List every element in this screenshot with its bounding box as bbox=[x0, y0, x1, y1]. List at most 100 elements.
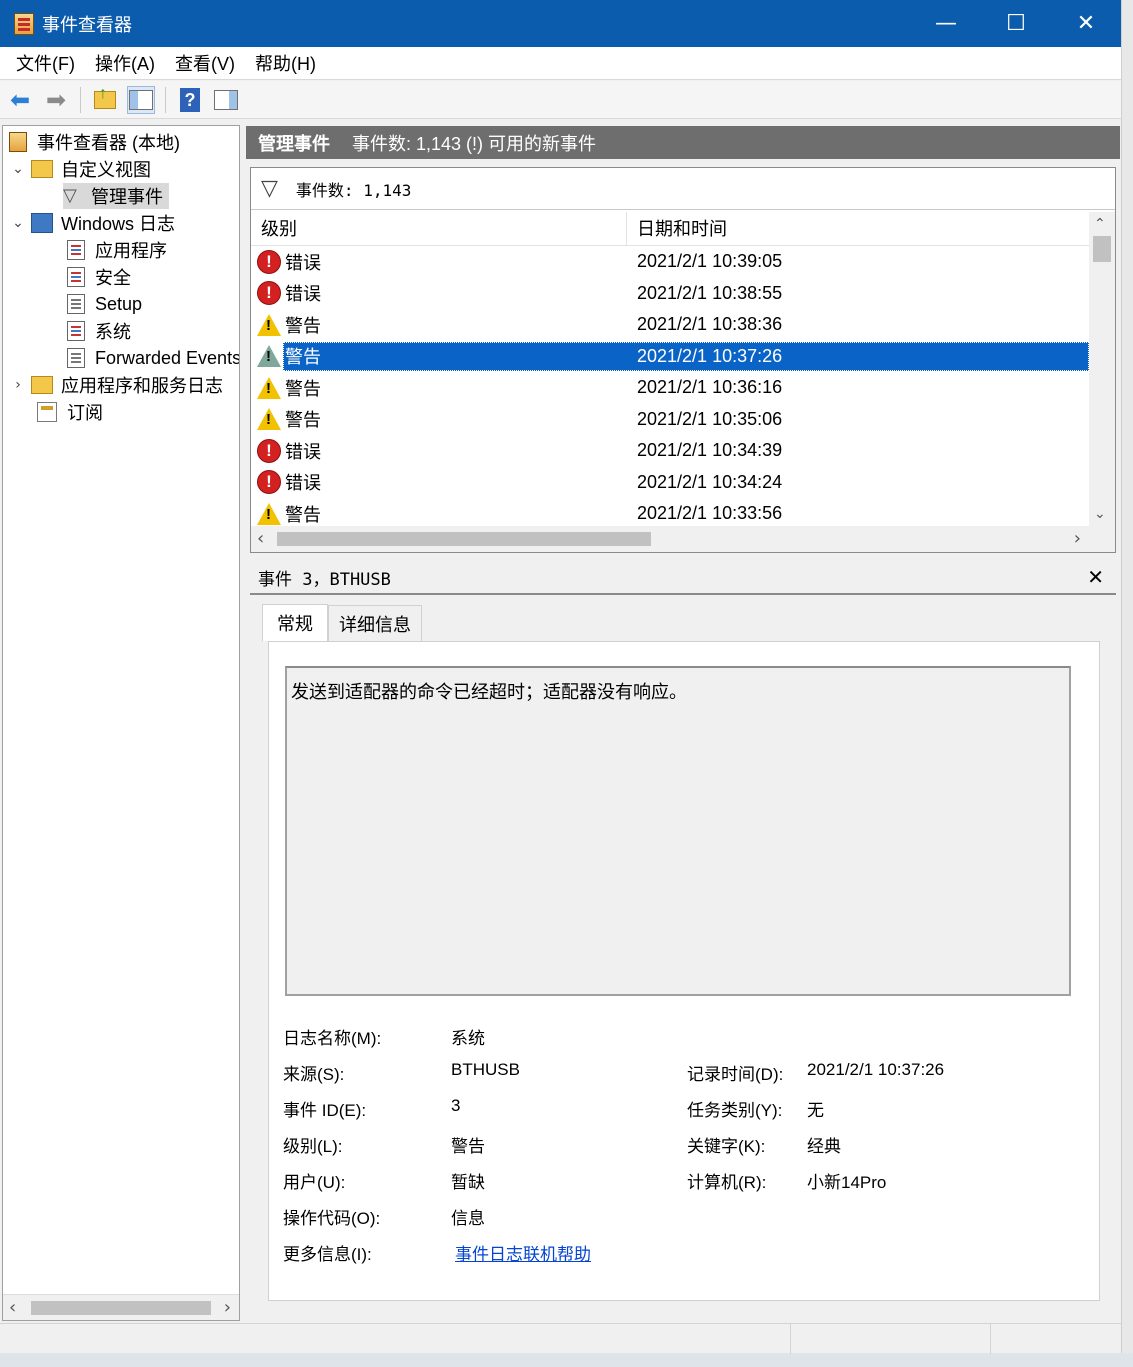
source-label: 来源(S): bbox=[283, 1065, 345, 1084]
table-row[interactable]: 警告 2021/2/1 10:38:36 bbox=[251, 309, 1089, 341]
level-value[interactable]: 警告 bbox=[451, 1132, 485, 1157]
title-bar[interactable]: 事件查看器 — ☐ ✕ bbox=[0, 0, 1121, 47]
menu-view[interactable]: 查看(V) bbox=[165, 50, 245, 76]
task-category-value[interactable]: 无 bbox=[807, 1096, 824, 1121]
tree-item-security[interactable]: 安全 bbox=[67, 264, 131, 290]
grid-rows: ! 错误 2021/2/1 10:39:05! 错误 2021/2/1 10:38:55… bbox=[251, 246, 1089, 526]
log-icon bbox=[67, 321, 85, 341]
filter-icon: ▽ bbox=[63, 185, 77, 206]
level-cell: 警告 bbox=[251, 406, 627, 432]
menu-action[interactable]: 操作(A) bbox=[85, 50, 165, 76]
scroll-up-arrow-icon[interactable]: ⌃ bbox=[1094, 216, 1106, 232]
scroll-down-arrow-icon[interactable]: ⌄ bbox=[1094, 506, 1106, 522]
logged-value[interactable]: 2021/2/1 10:37:26 bbox=[807, 1060, 944, 1080]
event-viewer-icon bbox=[14, 12, 34, 35]
back-arrow-icon[interactable]: ⬅ bbox=[6, 86, 34, 114]
help-button[interactable]: ? bbox=[176, 86, 204, 114]
opcode-value[interactable]: 信息 bbox=[451, 1204, 485, 1229]
tree-item-setup[interactable]: Setup bbox=[67, 291, 142, 317]
log-icon bbox=[67, 294, 85, 314]
grid-horizontal-scrollbar[interactable]: ‹ › bbox=[251, 526, 1115, 552]
tree-item-label: Setup bbox=[95, 293, 143, 314]
up-folder-button[interactable] bbox=[91, 86, 119, 114]
level-cell: 警告 bbox=[251, 312, 627, 338]
level-cell: 警告 bbox=[251, 375, 627, 401]
close-icon[interactable]: ✕ bbox=[1087, 565, 1104, 589]
scroll-left-arrow-icon[interactable]: ‹ bbox=[257, 528, 264, 549]
logged-label: 记录时间(D): bbox=[687, 1065, 784, 1084]
event-grid: 级别 日期和时间 ! 错误 2021/2/1 10:39:05! 错误 2021/2/1… bbox=[251, 212, 1089, 526]
tree-item-system[interactable]: 系统 bbox=[67, 318, 131, 344]
scroll-right-arrow-icon[interactable]: › bbox=[1074, 528, 1081, 549]
tree-item-admin-events[interactable]: ▽ 管理事件 bbox=[63, 183, 169, 209]
table-row[interactable]: ! 错误 2021/2/1 10:34:24 bbox=[251, 467, 1089, 499]
toolbar-separator bbox=[80, 86, 81, 113]
online-help-link[interactable]: 事件日志联机帮助 bbox=[455, 1240, 591, 1265]
tree-item-custom-views[interactable]: ⌄ 自定义视图 bbox=[11, 156, 151, 182]
grid-header: 级别 日期和时间 bbox=[251, 212, 1089, 246]
table-row[interactable]: 警告 2021/2/1 10:36:16 bbox=[251, 372, 1089, 404]
column-header-datetime[interactable]: 日期和时间 bbox=[627, 212, 727, 246]
event-id-value[interactable]: 3 bbox=[451, 1096, 460, 1116]
computer-value[interactable]: 小新14Pro bbox=[807, 1168, 886, 1193]
table-row[interactable]: ! 错误 2021/2/1 10:38:55 bbox=[251, 278, 1089, 310]
event-description[interactable]: 发送到适配器的命令已经超时；适配器没有响应。 bbox=[285, 666, 1071, 996]
tree-item-application[interactable]: 应用程序 bbox=[67, 237, 167, 263]
log-name-value[interactable]: 系统 bbox=[451, 1024, 485, 1049]
tab-details[interactable]: 详细信息 bbox=[328, 605, 422, 641]
table-row[interactable]: 警告 2021/2/1 10:33:56 bbox=[251, 498, 1089, 526]
menu-file[interactable]: 文件(F) bbox=[6, 50, 85, 76]
event-title: 事件 3，BTHUSB bbox=[258, 569, 391, 590]
table-row[interactable]: ! 错误 2021/2/1 10:34:39 bbox=[251, 435, 1089, 467]
tree-item-app-service-logs[interactable]: › 应用程序和服务日志 bbox=[11, 372, 223, 398]
window-controls: — ☐ ✕ bbox=[911, 0, 1121, 47]
keywords-value[interactable]: 经典 bbox=[807, 1132, 841, 1157]
tree-item-forwarded-events[interactable]: Forwarded Events bbox=[67, 345, 240, 371]
grid-vertical-scrollbar[interactable]: ⌃ ⌄ bbox=[1089, 212, 1115, 526]
chevron-right-icon[interactable]: › bbox=[11, 377, 25, 393]
tab-general[interactable]: 常规 bbox=[262, 604, 328, 641]
folder-icon bbox=[31, 160, 53, 178]
level-text: 错误 bbox=[285, 252, 321, 273]
maximize-button[interactable]: ☐ bbox=[981, 0, 1051, 47]
table-row[interactable]: 警告 2021/2/1 10:37:26 bbox=[251, 341, 1089, 373]
more-info-label: 更多信息(I): bbox=[283, 1245, 372, 1264]
level-label: 级别(L): bbox=[283, 1137, 343, 1156]
level-text: 警告 bbox=[285, 378, 321, 399]
tree-item-root[interactable]: 事件查看器 (本地) bbox=[9, 129, 180, 155]
folder-icon bbox=[31, 376, 53, 394]
toolbar-separator bbox=[165, 86, 166, 113]
scrollbar-thumb[interactable] bbox=[31, 1301, 211, 1315]
scroll-right-arrow-icon[interactable]: › bbox=[224, 1297, 231, 1318]
scrollbar-thumb[interactable] bbox=[277, 532, 651, 546]
tree-horizontal-scrollbar[interactable]: ‹ › bbox=[3, 1294, 239, 1320]
tree-item-subscriptions[interactable]: 订阅 bbox=[37, 399, 103, 425]
console-tree: 事件查看器 (本地) ⌄ 自定义视图 ▽ 管理事件 ⌄ Windows 日志 应… bbox=[2, 125, 240, 1321]
tree-item-windows-logs[interactable]: ⌄ Windows 日志 bbox=[11, 210, 175, 236]
tree-item-label: Forwarded Events bbox=[95, 347, 240, 368]
forward-arrow-icon[interactable]: ➡ bbox=[42, 86, 70, 114]
table-row[interactable]: 警告 2021/2/1 10:35:06 bbox=[251, 404, 1089, 436]
level-cell: ! 错误 bbox=[251, 249, 627, 275]
scroll-left-arrow-icon[interactable]: ‹ bbox=[9, 1297, 16, 1318]
table-row[interactable]: ! 错误 2021/2/1 10:39:05 bbox=[251, 246, 1089, 278]
level-text: 警告 bbox=[285, 347, 321, 368]
scrollbar-thumb[interactable] bbox=[1093, 236, 1111, 262]
event-list: ▽ 事件数: 1,143 级别 日期和时间 ! 错误 2021/2/1 10:39:… bbox=[250, 167, 1116, 553]
help-icon: ? bbox=[180, 87, 200, 112]
datetime-cell: 2021/2/1 10:34:24 bbox=[637, 471, 783, 492]
source-value[interactable]: BTHUSB bbox=[451, 1060, 520, 1080]
chevron-down-icon[interactable]: ⌄ bbox=[11, 161, 25, 177]
warning-icon bbox=[257, 345, 281, 368]
chevron-down-icon[interactable]: ⌄ bbox=[11, 215, 25, 231]
error-icon: ! bbox=[257, 470, 281, 495]
column-header-level[interactable]: 级别 bbox=[251, 212, 627, 246]
show-action-pane-button[interactable] bbox=[212, 86, 240, 114]
show-tree-button[interactable] bbox=[127, 85, 155, 114]
level-text: 警告 bbox=[285, 315, 321, 336]
close-button[interactable]: ✕ bbox=[1051, 0, 1121, 47]
user-value[interactable]: 暂缺 bbox=[451, 1168, 485, 1193]
menu-help[interactable]: 帮助(H) bbox=[245, 50, 326, 76]
minimize-button[interactable]: — bbox=[911, 0, 981, 47]
toolbar: ⬅ ➡ ? bbox=[0, 81, 1121, 119]
